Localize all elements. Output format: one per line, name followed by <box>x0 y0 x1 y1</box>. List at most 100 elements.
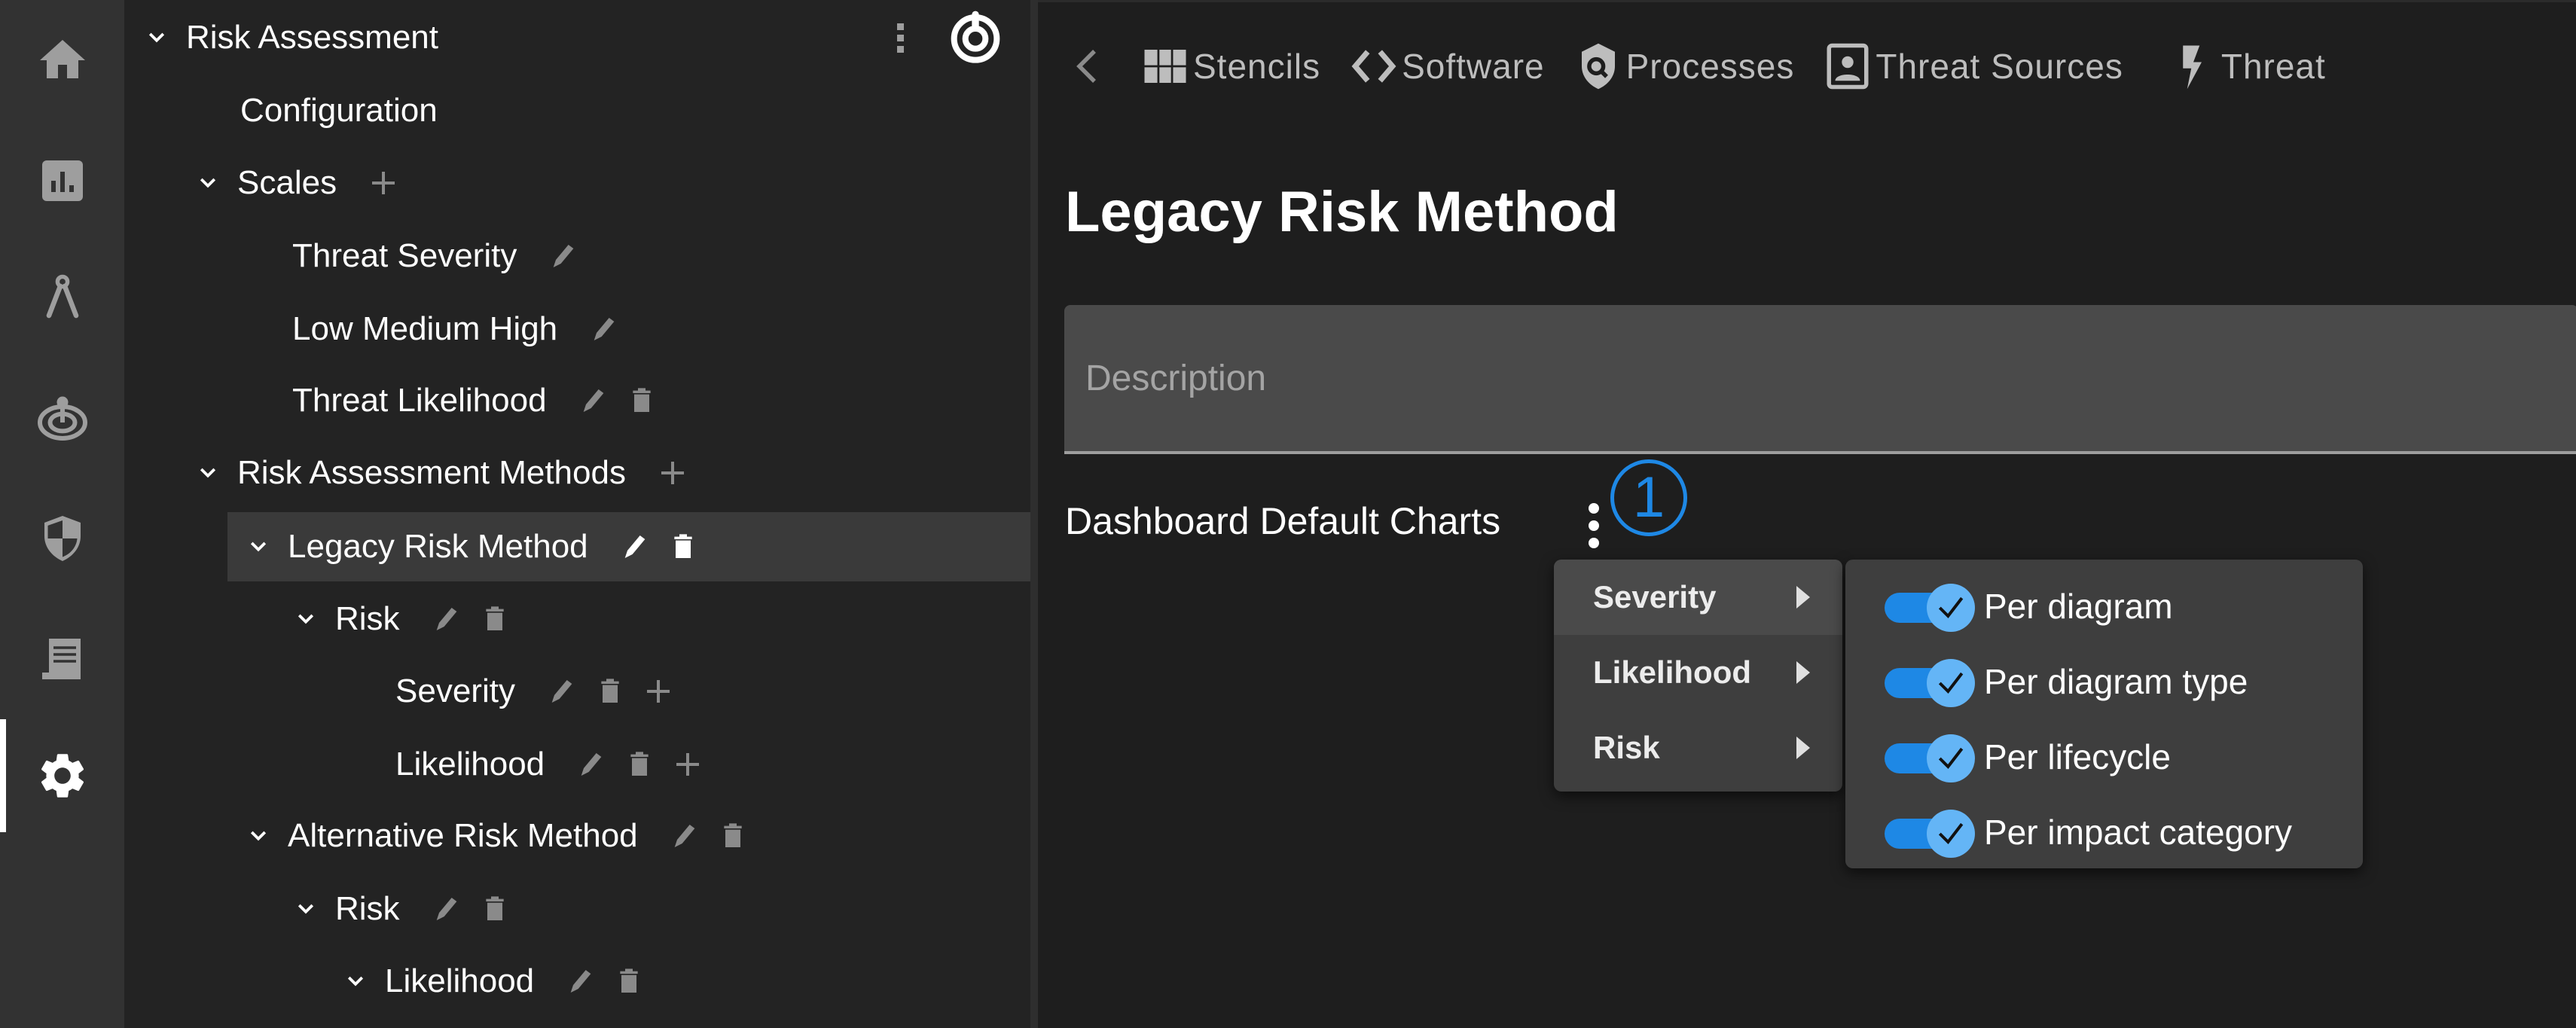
tree-node-alternative-likelihood[interactable]: Likelihood <box>124 947 1030 1016</box>
add-icon[interactable] <box>367 166 400 200</box>
edit-icon[interactable] <box>545 675 578 708</box>
add-icon[interactable] <box>671 748 704 781</box>
tree-node-threat-severity[interactable]: Threat Severity <box>124 221 1030 291</box>
tab-stencils[interactable]: Stencils <box>1140 32 1320 100</box>
chevron-down-icon[interactable] <box>195 170 221 196</box>
tree-node-threat-likelihood[interactable]: Threat Likelihood <box>124 366 1030 435</box>
delete-icon[interactable] <box>478 602 511 636</box>
rail-item-settings[interactable] <box>0 719 124 832</box>
delete-icon[interactable] <box>625 384 658 417</box>
tab-threat-sources[interactable]: Threat Sources <box>1823 32 2123 100</box>
edit-icon[interactable] <box>618 530 652 563</box>
check-icon <box>1938 822 1964 845</box>
tab-threat[interactable]: Threat <box>2169 32 2326 100</box>
edit-icon[interactable] <box>577 384 610 417</box>
tree-label[interactable]: Configuration <box>240 92 438 130</box>
option-per-diagram[interactable]: Per diagram <box>1845 569 2363 644</box>
menu-item-label: Likelihood <box>1593 654 1751 690</box>
toggle-per-diagram-type[interactable] <box>1885 659 1978 707</box>
tree-label[interactable]: Risk Assessment <box>186 19 438 56</box>
delete-icon[interactable] <box>478 892 511 926</box>
tree-label[interactable]: Likelihood <box>385 962 534 1000</box>
tree-node-low-medium-high[interactable]: Low Medium High <box>124 294 1030 364</box>
tabs-scroll-left-button[interactable] <box>1061 32 1113 100</box>
tree-node-alternative-risk[interactable]: Risk <box>124 874 1030 944</box>
option-per-impact-category[interactable]: Per impact category <box>1845 795 2363 870</box>
chart-options-submenu: Per diagram Per diagram type Per lifecyc… <box>1845 560 2363 868</box>
tree-node-legacy-likelihood[interactable]: Likelihood <box>124 730 1030 799</box>
risk-target-icon[interactable] <box>945 6 1006 70</box>
edit-icon[interactable] <box>588 313 621 346</box>
edit-icon[interactable] <box>575 748 608 781</box>
delete-icon[interactable] <box>612 965 646 998</box>
tree-label[interactable]: Scales <box>237 164 337 202</box>
rail-item-home[interactable] <box>0 4 124 117</box>
rail-item-security[interactable] <box>0 482 124 595</box>
tree-node-scales[interactable]: Scales <box>124 148 1030 218</box>
tree-header-actions <box>885 6 1006 70</box>
tab-label: Threat Sources <box>1876 47 2123 86</box>
tree-label[interactable]: Severity <box>395 673 515 710</box>
check-icon <box>1938 596 1964 619</box>
tree-label[interactable]: Threat Likelihood <box>292 382 547 419</box>
delete-icon[interactable] <box>667 530 700 563</box>
compass-icon <box>46 274 78 319</box>
tree-node-legacy-risk-method[interactable]: Legacy Risk Method <box>227 512 1030 581</box>
add-icon[interactable] <box>642 675 675 708</box>
tree-node-legacy-severity[interactable]: Severity <box>124 657 1030 726</box>
delete-icon[interactable] <box>716 819 749 853</box>
edit-icon[interactable] <box>430 892 463 926</box>
rail-item-diagram[interactable] <box>0 241 124 354</box>
rail-item-threats[interactable] <box>0 361 124 474</box>
tree-label[interactable]: Risk <box>335 890 400 928</box>
add-icon[interactable] <box>656 456 689 490</box>
toggle-per-lifecycle[interactable] <box>1885 734 1978 782</box>
chevron-down-icon[interactable] <box>293 896 319 922</box>
chevron-down-icon[interactable] <box>144 25 169 50</box>
tree-node-alternative-risk-method[interactable]: Alternative Risk Method <box>124 801 1030 871</box>
chevron-down-icon[interactable] <box>343 969 368 994</box>
chevron-down-icon[interactable] <box>293 606 319 632</box>
edit-icon[interactable] <box>430 602 463 636</box>
tree-node-legacy-risk[interactable]: Risk <box>124 584 1030 654</box>
tree-label[interactable]: Low Medium High <box>292 310 557 348</box>
panel-splitter[interactable] <box>1030 0 1038 1028</box>
tree-node-risk-assessment-methods[interactable]: Risk Assessment Methods <box>124 438 1030 508</box>
rail-item-dashboard[interactable] <box>0 124 124 237</box>
chevron-down-icon[interactable] <box>246 823 271 849</box>
menu-item-severity[interactable]: Severity <box>1554 560 1842 635</box>
tree-label[interactable]: Legacy Risk Method <box>288 528 588 566</box>
tree-label[interactable]: Alternative Risk Method <box>288 817 638 855</box>
chevron-down-icon[interactable] <box>246 534 271 560</box>
toggle-per-diagram[interactable] <box>1885 584 1978 632</box>
tree-label[interactable]: Threat Severity <box>292 237 517 275</box>
tree-label[interactable]: Risk <box>335 600 400 638</box>
more-vert-icon[interactable] <box>885 23 915 53</box>
tree-node-configuration[interactable]: Configuration <box>124 76 1030 145</box>
delete-icon[interactable] <box>623 748 656 781</box>
tab-label: Threat <box>2220 47 2326 86</box>
tab-processes[interactable]: Processes <box>1573 32 1795 100</box>
edit-icon[interactable] <box>668 819 701 853</box>
option-per-lifecycle[interactable]: Per lifecycle <box>1845 719 2363 795</box>
chevron-down-icon[interactable] <box>195 460 221 486</box>
person-badge-icon <box>1827 43 1869 90</box>
menu-item-risk[interactable]: Risk <box>1554 710 1842 785</box>
option-per-diagram-type[interactable]: Per diagram type <box>1845 644 2363 719</box>
description-input[interactable] <box>1064 305 2576 451</box>
menu-item-likelihood[interactable]: Likelihood <box>1554 635 1842 710</box>
delete-icon[interactable] <box>594 675 627 708</box>
rail-item-reports[interactable] <box>0 602 124 715</box>
edit-icon[interactable] <box>564 965 597 998</box>
toggle-per-impact-category[interactable] <box>1885 810 1978 858</box>
check-icon <box>1938 672 1964 694</box>
tree-label[interactable]: Likelihood <box>395 746 545 783</box>
tab-software[interactable]: Software <box>1349 32 1545 100</box>
option-label: Per diagram type <box>1984 662 2248 701</box>
tree-label[interactable]: Risk Assessment Methods <box>237 454 626 492</box>
caret-right-icon <box>1796 737 1810 759</box>
tab-label: Stencils <box>1193 47 1321 86</box>
dashboard-charts-menu-button[interactable] <box>1579 496 1609 556</box>
description-field[interactable] <box>1064 305 2576 454</box>
edit-icon[interactable] <box>547 239 580 273</box>
